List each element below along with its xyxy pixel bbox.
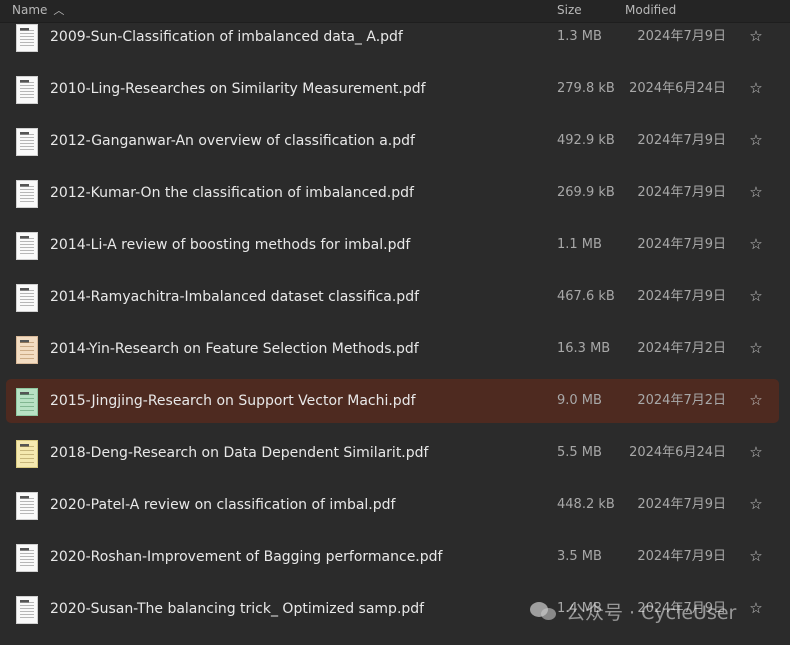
file-size: 279.8 kB <box>557 81 615 96</box>
file-modified: 2024年7月9日 <box>637 289 726 304</box>
file-name: 2014-Ramyachitra-Imbalanced dataset clas… <box>50 289 420 305</box>
file-name: 2018-Deng-Research on Data Dependent Sim… <box>50 445 429 461</box>
file-size: 448.2 kB <box>557 497 615 512</box>
file-manager-window: Name ︿ Size Modified 2009-Sun-Classificat… <box>0 0 790 645</box>
star-icon[interactable]: ☆ <box>747 25 765 47</box>
file-row[interactable]: 2018-Deng-Research on Data Dependent Sim… <box>0 427 790 479</box>
file-size: 1.1 MB <box>557 237 602 252</box>
file-list: 2009-Sun-Classification of imbalanced da… <box>0 11 790 635</box>
file-name: 2009-Sun-Classification of imbalanced da… <box>50 29 403 45</box>
file-row[interactable]: 2012-Kumar-On the classification of imba… <box>0 167 790 219</box>
file-size: 16.3 MB <box>557 341 611 356</box>
file-row[interactable]: 2012-Ganganwar-An overview of classifica… <box>0 115 790 167</box>
file-row[interactable]: 2014-Li-A review of boosting methods for… <box>0 219 790 271</box>
file-name: 2010-Ling-Researches on Similarity Measu… <box>50 81 426 97</box>
star-icon[interactable]: ☆ <box>747 77 765 99</box>
file-name: 2012-Kumar-On the classification of imba… <box>50 185 414 201</box>
pdf-thumbnail-icon <box>16 388 38 416</box>
star-icon[interactable]: ☆ <box>747 337 765 359</box>
file-size: 5.5 MB <box>557 445 602 460</box>
file-row[interactable]: 2015-Jingjing-Research on Support Vector… <box>0 375 790 427</box>
file-name: 2020-Roshan-Improvement of Bagging perfo… <box>50 549 443 565</box>
pdf-thumbnail-icon <box>16 232 38 260</box>
pdf-thumbnail-icon <box>16 336 38 364</box>
file-modified: 2024年7月9日 <box>637 497 726 512</box>
star-icon[interactable]: ☆ <box>747 389 765 411</box>
file-name: 2020-Patel-A review on classification of… <box>50 497 396 513</box>
file-modified: 2024年7月9日 <box>637 601 726 616</box>
pdf-thumbnail-icon <box>16 24 38 52</box>
pdf-thumbnail-icon <box>16 76 38 104</box>
file-row[interactable]: 2014-Ramyachitra-Imbalanced dataset clas… <box>0 271 790 323</box>
file-row[interactable]: 2010-Ling-Researches on Similarity Measu… <box>0 63 790 115</box>
star-icon[interactable]: ☆ <box>747 233 765 255</box>
file-modified: 2024年7月9日 <box>637 29 726 44</box>
star-icon[interactable]: ☆ <box>747 181 765 203</box>
file-size: 1.3 MB <box>557 29 602 44</box>
file-size: 492.9 kB <box>557 133 615 148</box>
file-modified: 2024年7月9日 <box>637 237 726 252</box>
file-size: 269.9 kB <box>557 185 615 200</box>
file-name: 2012-Ganganwar-An overview of classifica… <box>50 133 415 149</box>
file-size: 9.0 MB <box>557 393 602 408</box>
file-row[interactable]: 2020-Patel-A review on classification of… <box>0 479 790 531</box>
star-icon[interactable]: ☆ <box>747 441 765 463</box>
pdf-thumbnail-icon <box>16 544 38 572</box>
file-modified: 2024年7月9日 <box>637 185 726 200</box>
file-row[interactable]: 2020-Susan-The balancing trick_ Optimize… <box>0 583 790 635</box>
pdf-thumbnail-icon <box>16 128 38 156</box>
pdf-thumbnail-icon <box>16 180 38 208</box>
star-icon[interactable]: ☆ <box>747 285 765 307</box>
pdf-thumbnail-icon <box>16 596 38 624</box>
file-size: 1.4 MB <box>557 601 602 616</box>
pdf-thumbnail-icon <box>16 440 38 468</box>
file-name: 2015-Jingjing-Research on Support Vector… <box>50 393 416 409</box>
file-modified: 2024年6月24日 <box>629 445 726 460</box>
file-row[interactable]: 2020-Roshan-Improvement of Bagging perfo… <box>0 531 790 583</box>
file-size: 3.5 MB <box>557 549 602 564</box>
file-modified: 2024年7月2日 <box>637 393 726 408</box>
file-name: 2014-Li-A review of boosting methods for… <box>50 237 411 253</box>
file-size: 467.6 kB <box>557 289 615 304</box>
pdf-thumbnail-icon <box>16 492 38 520</box>
file-modified: 2024年6月24日 <box>629 81 726 96</box>
file-modified: 2024年7月9日 <box>637 549 726 564</box>
file-row[interactable]: 2009-Sun-Classification of imbalanced da… <box>0 11 790 63</box>
file-name: 2014-Yin-Research on Feature Selection M… <box>50 341 419 357</box>
star-icon[interactable]: ☆ <box>747 493 765 515</box>
star-icon[interactable]: ☆ <box>747 545 765 567</box>
file-row[interactable]: 2014-Yin-Research on Feature Selection M… <box>0 323 790 375</box>
star-icon[interactable]: ☆ <box>747 129 765 151</box>
pdf-thumbnail-icon <box>16 284 38 312</box>
file-modified: 2024年7月9日 <box>637 133 726 148</box>
file-name: 2020-Susan-The balancing trick_ Optimize… <box>50 601 425 617</box>
star-icon[interactable]: ☆ <box>747 597 765 619</box>
file-modified: 2024年7月2日 <box>637 341 726 356</box>
